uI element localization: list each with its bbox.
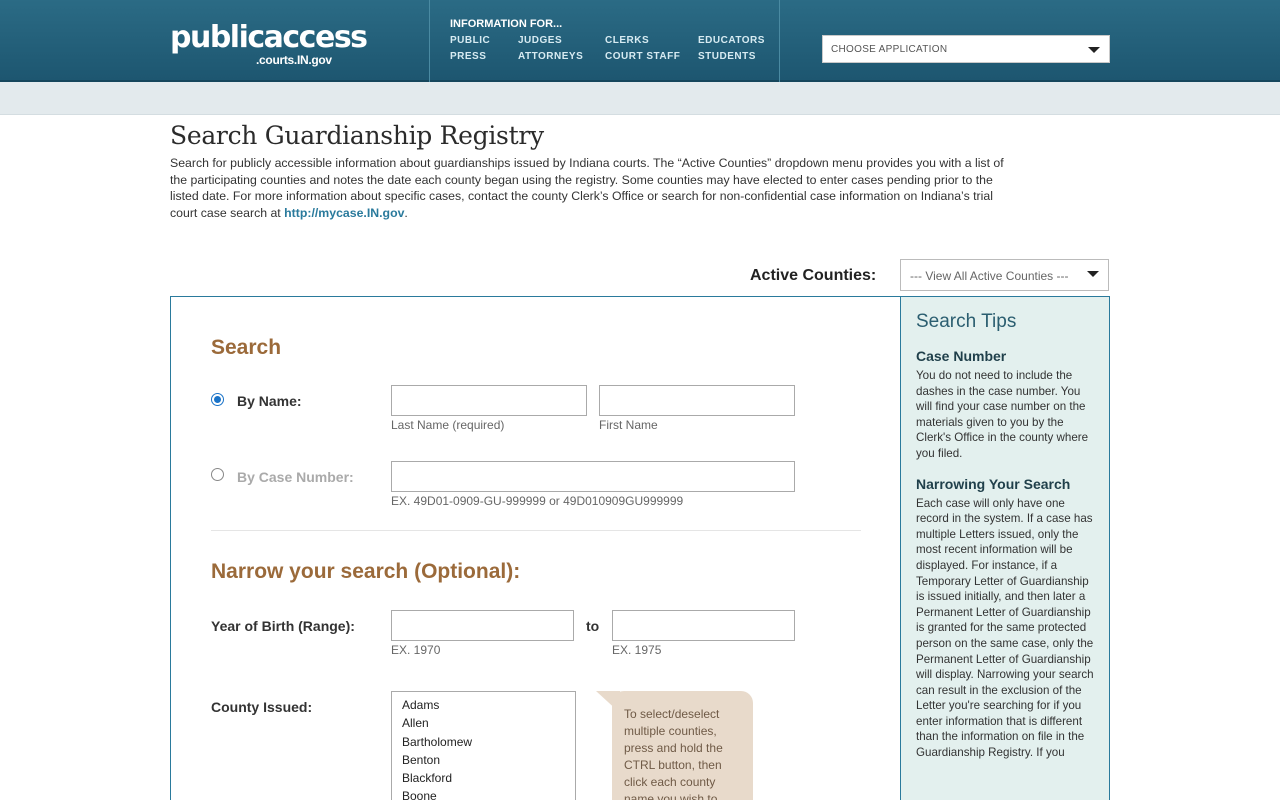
- year-from-hint: EX. 1970: [391, 643, 441, 657]
- year-of-birth-label: Year of Birth (Range):: [211, 618, 355, 634]
- county-select-tooltip: To select/deselect multiple counties, pr…: [596, 691, 753, 800]
- nav-link-public[interactable]: PUBLIC: [450, 35, 490, 46]
- first-name-hint: First Name: [599, 418, 658, 432]
- sub-header-bar: [0, 82, 1280, 115]
- by-case-number-label: By Case Number:: [237, 469, 354, 485]
- chevron-down-icon: [1088, 47, 1100, 53]
- tip-text: Each case will only have one record in t…: [916, 496, 1094, 760]
- site-logo[interactable]: publicaccess .courts.IN.gov: [170, 20, 368, 68]
- last-name-hint: Last Name (required): [391, 418, 505, 432]
- section-divider: [211, 530, 861, 531]
- tip-heading: Case Number: [916, 348, 1007, 364]
- nav-link-attorneys[interactable]: ATTORNEYS: [518, 51, 583, 62]
- nav-link-clerks[interactable]: CLERKS: [605, 35, 649, 46]
- choose-application-text: CHOOSE APPLICATION: [831, 44, 948, 55]
- county-option[interactable]: Allen: [402, 714, 565, 732]
- last-name-input[interactable]: [391, 385, 587, 416]
- mycase-link[interactable]: http://mycase.IN.gov: [284, 206, 404, 220]
- tip-heading: Narrowing Your Search: [916, 475, 1071, 492]
- search-section-title: Search: [211, 336, 282, 359]
- county-option[interactable]: Adams: [402, 696, 565, 714]
- nav-link-educators[interactable]: EDUCATORS: [698, 35, 765, 46]
- year-of-birth-from-input[interactable]: [391, 610, 574, 641]
- nav-link-press[interactable]: PRESS: [450, 51, 486, 62]
- county-option[interactable]: Benton: [402, 751, 565, 769]
- nav-link-judges[interactable]: JUDGES: [518, 35, 562, 46]
- case-number-input[interactable]: [391, 461, 795, 492]
- tip-text: You do not need to include the dashes in…: [916, 369, 1089, 460]
- nav-link-students[interactable]: STUDENTS: [698, 51, 756, 62]
- year-range-to-label: to: [586, 618, 600, 634]
- site-header: publicaccess .courts.IN.gov INFORMATION …: [0, 0, 1280, 82]
- search-tips-title: Search Tips: [916, 311, 1017, 332]
- active-counties-select[interactable]: --- View All Active Counties ---: [900, 259, 1109, 291]
- logo-sub-text: .courts.IN.gov: [256, 53, 332, 67]
- by-name-label: By Name:: [237, 393, 302, 409]
- nav-link-court-staff[interactable]: COURT STAFF: [605, 51, 680, 62]
- case-number-example: EX. 49D01-0909-GU-999999 or 49D010909GU9…: [391, 494, 684, 508]
- year-of-birth-to-input[interactable]: [612, 610, 795, 641]
- intro-end: .: [404, 205, 408, 220]
- by-case-number-radio[interactable]: [211, 468, 224, 481]
- active-counties-value: --- View All Active Counties ---: [910, 269, 1069, 283]
- page-title: Search Guardianship Registry: [170, 121, 544, 150]
- county-issued-label: County Issued:: [211, 699, 313, 715]
- info-title: INFORMATION FOR...: [450, 18, 563, 30]
- by-name-radio[interactable]: [211, 393, 224, 406]
- narrow-section-title: Narrow your search (Optional):: [211, 560, 521, 583]
- year-to-hint: EX. 1975: [612, 643, 662, 657]
- logo-main-text: publicaccess: [170, 20, 368, 55]
- search-tips-sidebar: Search Tips Case Number You do not need …: [900, 296, 1110, 800]
- county-option[interactable]: Bartholomew: [402, 733, 565, 751]
- county-multiselect[interactable]: Adams Allen Bartholomew Benton Blackford…: [391, 691, 576, 800]
- first-name-input[interactable]: [599, 385, 795, 416]
- county-option[interactable]: Boone: [402, 787, 565, 800]
- chevron-down-icon: [1087, 271, 1099, 277]
- intro-text: Search for publicly accessible informati…: [170, 155, 1020, 221]
- search-panel: Search By Name: Last Name (required) Fir…: [170, 296, 901, 800]
- county-option[interactable]: Blackford: [402, 769, 565, 787]
- choose-application-select[interactable]: CHOOSE APPLICATION: [822, 35, 1110, 63]
- active-counties-label: Active Counties:: [750, 267, 877, 284]
- information-for-nav: INFORMATION FOR... PUBLIC PRESS JUDGES A…: [429, 0, 780, 82]
